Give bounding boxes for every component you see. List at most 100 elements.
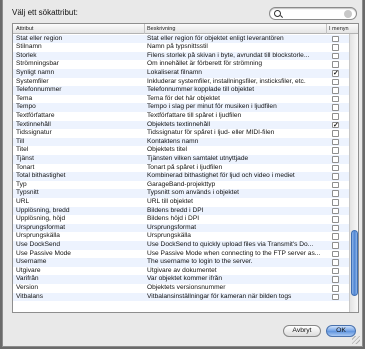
table-row[interactable]: Tema Tema för det här objektet [13,95,349,104]
scroll-thumb[interactable] [351,229,358,296]
attribute-name: Telefonnummer [16,86,62,94]
in-menu-checkbox[interactable] [332,44,339,51]
in-menu-checkbox[interactable] [332,52,339,60]
attribute-name: Ursprungsformat [16,223,66,231]
table-row[interactable]: Telefonnummer Telefonnummer kopplade till… [13,86,349,95]
table-row[interactable]: Titel Objektets titel [13,146,349,155]
attribute-name: Storlek [16,51,37,59]
table-row[interactable]: Tempo Tempo i slag per minut för musiken … [13,103,349,112]
attribute-name: Till [16,137,25,145]
in-menu-checkbox[interactable] [332,267,339,275]
column-header-description[interactable]: Beskrivning [147,26,175,32]
in-menu-checkbox[interactable] [332,173,339,180]
attribute-name: Use Passive Mode [16,249,71,257]
table-row[interactable]: Vitbalans Vitbalansinställningar för kame… [13,292,349,302]
in-menu-checkbox[interactable] [332,78,339,86]
in-menu-checkbox[interactable] [332,199,339,206]
in-menu-checkbox[interactable] [332,293,339,301]
column-header-in-menu[interactable]: I menyn [329,26,349,32]
attribute-description: Tjänsten vilken samtalet utnyttjade [147,155,249,162]
in-menu-checkbox[interactable] [332,216,339,223]
vertical-scrollbar[interactable] [349,34,358,312]
attribute-description: Tema för det här objektet [147,94,220,102]
column-header-attribute[interactable]: Attribut [16,26,33,32]
in-menu-checkbox[interactable] [332,61,339,68]
attribute-description: The username to login to the server. [147,258,253,266]
in-menu-checkbox[interactable] [332,285,339,292]
table-row[interactable]: Typsnitt Typsnitt som används i objektet [13,189,349,198]
attribute-description: Stat eller region för objektet enligt le… [147,34,284,42]
in-menu-checkbox[interactable] [332,164,339,172]
attribute-name: Upplösning, bredd [16,206,70,214]
table-row[interactable]: Systemfiler Inkluderar systemfiler, insta… [13,78,349,87]
column-separator[interactable] [144,24,145,34]
attribute-description: Namn på typsnittsstil [147,43,208,51]
in-menu-checkbox[interactable] [332,147,339,154]
table-row[interactable]: Tjänst Tjänsten vilken samtalet utnyttjad… [13,155,349,164]
table-row[interactable]: Total bithastighet Kombinerad bithastighe… [13,172,349,181]
in-menu-checkbox[interactable] [332,242,339,249]
attribute-description: Telefonnummer kopplade till objektet [147,86,255,94]
table-row[interactable]: Username The username to login to the ser… [13,258,349,267]
resize-grip[interactable] [352,336,360,344]
table-row[interactable]: Utgivare Utgivare av dokumentet [13,267,349,276]
table-row[interactable]: Upplösning, bredd Bildens bredd i DPI [13,206,349,216]
in-menu-checkbox[interactable] [332,181,339,189]
in-menu-checkbox[interactable] [332,95,339,103]
table-row[interactable]: Strömningsbar Om innehållet är förberett … [13,60,349,69]
attribute-name: Systemfiler [16,77,49,85]
clear-search-icon[interactable] [344,10,352,18]
in-menu-checkbox[interactable] [332,113,339,120]
table-row[interactable]: Till Kontaktens namn [13,137,349,147]
search-field[interactable] [269,7,357,20]
in-menu-checkbox[interactable]: ✓ [332,121,339,128]
table-row[interactable]: Storlek Filens storlek på skivan i byte, … [13,51,349,61]
attribute-name: Vitbalans [16,292,44,300]
table-row[interactable]: Ursprungskälla Ursprungskälla [13,232,349,241]
in-menu-checkbox[interactable] [332,35,339,43]
table-row[interactable]: Stilnamn Namn på typsnittsstil [13,43,349,52]
attribute-name: Tempo [16,103,36,111]
attribute-description: GarageBand-projekttyp [147,180,216,188]
in-menu-checkbox[interactable] [332,87,339,94]
table-row[interactable]: Stat eller region Stat eller region för o… [13,34,349,44]
in-menu-checkbox[interactable] [332,233,339,240]
table-row[interactable]: Tidssignatur Tidssignatur för spåret i lj… [13,129,349,138]
attribute-name: Tidssignatur [16,129,52,137]
attribute-name: Textinnehåll [16,120,51,128]
attribute-table[interactable]: SpråkDet eller de språk som innehållet i… [12,23,359,313]
in-menu-checkbox[interactable] [332,190,339,197]
attribute-name: Utgivare [16,266,41,274]
column-separator[interactable] [326,24,327,34]
table-row[interactable]: Synligt namn Lokaliserat filnamn ✓ [13,69,349,78]
attribute-description: Tonart på spåret i ljudfilen [147,163,223,171]
attribute-name: Version [16,284,38,291]
attribute-name: Username [16,258,47,266]
in-menu-checkbox[interactable] [332,104,339,111]
in-menu-checkbox[interactable] [332,224,339,232]
table-row[interactable]: Ursprungsformat Ursprungsformat [13,223,349,233]
table-row[interactable]: Textförfattare Textförfattare till spåret… [13,112,349,121]
attribute-description: Tempo i slag per minut för musiken i lju… [147,103,277,111]
in-menu-checkbox[interactable] [332,207,339,215]
table-row[interactable]: Typ GarageBand-projekttyp [13,181,349,190]
in-menu-checkbox[interactable] [332,250,339,258]
table-row[interactable]: Varifrån Var objektet kommer ifrån [13,275,349,284]
attribute-description: URL till objektet [147,198,193,205]
table-row[interactable]: Textinnehåll Objektets textinnehåll ✓ [13,120,349,130]
table-row[interactable]: Upplösning, höjd Bildens höjd i DPI [13,215,349,224]
in-menu-checkbox[interactable] [332,130,339,137]
in-menu-checkbox[interactable] [332,276,339,283]
cancel-button[interactable]: Avbryt [283,325,321,337]
table-row[interactable]: Tonart Tonart på spåret i ljudfilen [13,164,349,173]
in-menu-checkbox[interactable] [332,156,339,163]
in-menu-checkbox[interactable]: ✓ [332,70,339,77]
in-menu-checkbox[interactable] [332,138,339,146]
attribute-description: Utgivare av dokumentet [147,266,217,274]
table-row[interactable]: Version Objektets versionsnummer [13,284,349,293]
in-menu-checkbox[interactable] [332,259,339,266]
table-row[interactable]: Use DockSend Use DockSend to quickly uplo… [13,241,349,250]
table-row[interactable]: URL URL till objektet [13,198,349,207]
table-row[interactable]: Use Passive Mode Use Passive Mode when co… [13,250,349,259]
attribute-description: Bildens bredd i DPI [147,206,204,214]
